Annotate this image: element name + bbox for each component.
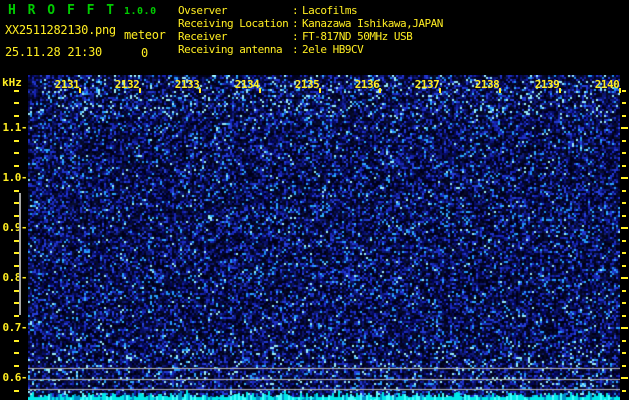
freq-minor-tick-left — [14, 340, 19, 342]
freq-minor-tick-right — [622, 165, 626, 167]
info-row-receiver: Receiver: FT-817ND 50MHz USB — [178, 30, 443, 43]
freq-minor-tick-right — [622, 215, 626, 217]
freq-major-tick-right — [621, 127, 628, 129]
freq-label: 0.9- — [2, 221, 28, 234]
info-colon: : — [292, 4, 299, 17]
freq-major-tick-right — [621, 327, 628, 329]
info-value: FT-817ND 50MHz USB — [302, 30, 413, 43]
time-label: 2135 — [294, 78, 320, 91]
spectrogram-canvas — [28, 75, 620, 400]
freq-minor-tick-left — [14, 102, 19, 104]
info-row-observer: Ovserver: Lacofilms — [178, 4, 443, 17]
info-value: Lacofilms — [302, 4, 358, 17]
freq-minor-tick-right — [622, 302, 626, 304]
freq-minor-tick-right — [622, 365, 626, 367]
time-label: 2131 — [54, 78, 80, 91]
time-label: 2138 — [474, 78, 500, 91]
freq-minor-tick-right — [622, 102, 626, 104]
freq-minor-tick-right — [622, 315, 626, 317]
freq-minor-tick-right — [622, 352, 626, 354]
freq-minor-tick-left — [14, 352, 19, 354]
time-tick — [439, 88, 441, 93]
freq-minor-tick-left — [14, 152, 19, 154]
time-tick — [319, 88, 321, 93]
freq-minor-tick-right — [622, 190, 626, 192]
info-label: Receiving antenna — [178, 43, 283, 56]
freq-label: 0.8- — [2, 271, 28, 284]
hrofft-window: H R O F F T 1.0.0 XX2511282130.png meteo… — [0, 0, 629, 400]
time-label: 2133 — [174, 78, 200, 91]
freq-unit-label: kHz — [2, 76, 22, 89]
level-indicator-bar — [19, 193, 21, 315]
freq-minor-tick-left — [14, 315, 19, 317]
time-tick — [259, 88, 261, 93]
freq-major-tick-right — [621, 377, 628, 379]
info-row-location: Receiving Location: Kanazawa Ishikawa,JAP… — [178, 17, 443, 30]
freq-label: 1.0- — [2, 171, 28, 184]
time-label: 2134 — [234, 78, 260, 91]
freq-minor-tick-right — [622, 240, 626, 242]
meteor-count-value: 0 — [141, 46, 149, 60]
freq-minor-tick-right — [622, 90, 626, 92]
freq-minor-tick-left — [14, 390, 19, 392]
time-tick — [559, 88, 561, 93]
freq-minor-tick-right — [622, 290, 626, 292]
time-label: 2136 — [354, 78, 380, 91]
freq-minor-tick-right — [622, 202, 626, 204]
freq-minor-tick-left — [14, 90, 19, 92]
time-tick — [379, 88, 381, 93]
freq-minor-tick-right — [622, 152, 626, 154]
freq-minor-tick-left — [14, 140, 19, 142]
app-version: 1.0.0 — [124, 6, 157, 17]
freq-minor-tick-right — [622, 252, 626, 254]
output-filename: XX2511282130.png — [5, 23, 116, 37]
freq-minor-tick-left — [14, 165, 19, 167]
info-value: 2ele HB9CV — [302, 43, 364, 56]
time-tick — [139, 88, 141, 93]
station-info-block: Ovserver: Lacofilms Receiving Location: Ka… — [178, 4, 443, 56]
freq-minor-tick-left — [14, 365, 19, 367]
info-row-antenna: Receiving antenna:2ele HB9CV — [178, 43, 443, 56]
freq-minor-tick-left — [14, 190, 19, 192]
time-label: 2140 — [594, 78, 620, 91]
info-colon: : — [292, 30, 299, 43]
info-label: Receiving Location — [178, 17, 289, 30]
observation-datetime: 25.11.28 21:30 — [5, 45, 102, 59]
time-label: 2139 — [534, 78, 560, 91]
info-label: Receiver — [178, 30, 227, 43]
info-value: Kanazawa Ishikawa,JAPAN — [302, 17, 443, 30]
info-label: Ovserver — [178, 4, 227, 17]
freq-label: 0.7- — [2, 321, 28, 334]
freq-minor-tick-right — [622, 265, 626, 267]
time-label: 2137 — [414, 78, 440, 91]
app-title: H R O F F T — [8, 3, 117, 18]
freq-label: 0.6- — [2, 371, 28, 384]
freq-major-tick-right — [621, 227, 628, 229]
freq-minor-tick-right — [622, 340, 626, 342]
freq-major-tick-right — [621, 177, 628, 179]
time-tick — [619, 88, 621, 93]
time-tick — [499, 88, 501, 93]
info-colon: : — [292, 43, 299, 56]
freq-minor-tick-left — [14, 115, 19, 117]
freq-minor-tick-right — [622, 115, 626, 117]
time-tick — [199, 88, 201, 93]
time-label: 2132 — [114, 78, 140, 91]
freq-major-tick-right — [621, 277, 628, 279]
info-colon: : — [292, 17, 299, 30]
freq-minor-tick-right — [622, 390, 626, 392]
freq-minor-tick-right — [622, 140, 626, 142]
freq-label: 1.1- — [2, 121, 28, 134]
meteor-count-label: meteor — [124, 28, 166, 42]
time-tick — [79, 88, 81, 93]
